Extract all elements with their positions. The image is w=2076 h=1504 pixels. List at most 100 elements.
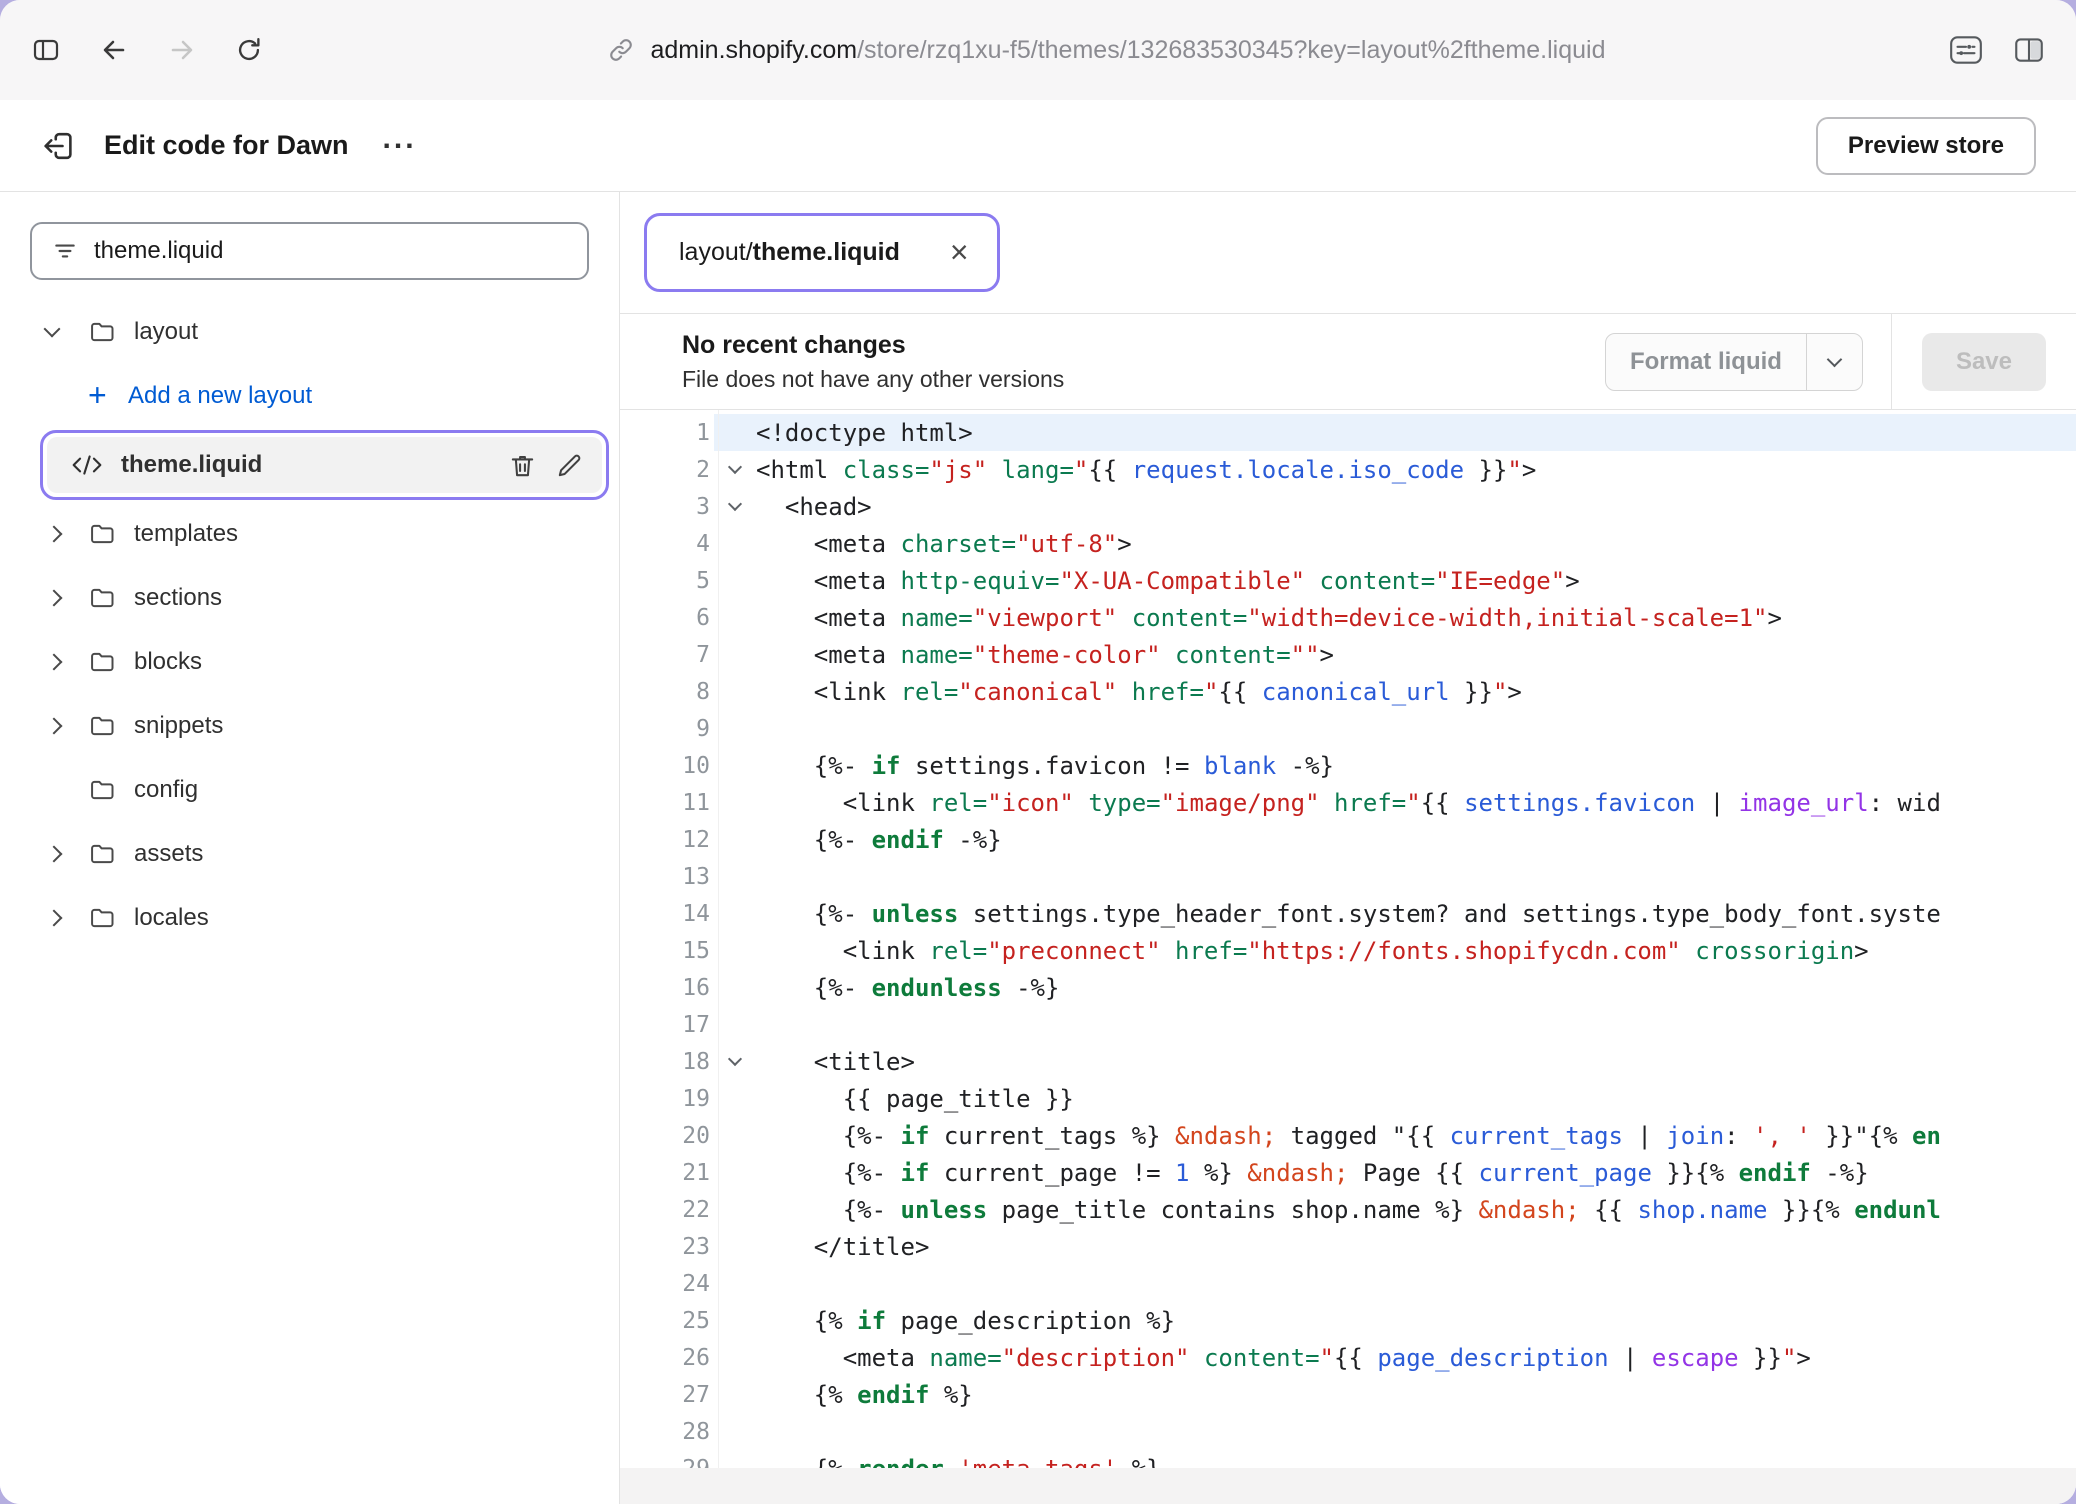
sidebar-toggle-icon[interactable]: [30, 34, 62, 66]
code-text: {%- unless settings.type_header_font.sys…: [756, 900, 1941, 928]
code-text: <title>: [756, 1048, 915, 1076]
code-line[interactable]: 1<!doctype html>: [620, 414, 2076, 451]
code-line[interactable]: 17: [620, 1006, 2076, 1043]
line-number: 9: [620, 716, 714, 742]
code-line[interactable]: 26 <meta name="description" content="{{ …: [620, 1339, 2076, 1376]
tab-theme-liquid[interactable]: layout/theme.liquid: [679, 238, 900, 267]
line-number: 28: [620, 1419, 714, 1445]
gutter-separator: [718, 410, 719, 1468]
annotation-highlight-sidebar: theme.liquid: [40, 430, 609, 500]
address-bar[interactable]: admin.shopify.com/store/rzq1xu-f5/themes…: [274, 36, 1938, 65]
code-line[interactable]: 24: [620, 1265, 2076, 1302]
link-icon: [607, 36, 635, 64]
delete-icon[interactable]: [508, 451, 537, 480]
code-line[interactable]: 18 <title>: [620, 1043, 2076, 1080]
sidebar-item-layout[interactable]: layout: [0, 300, 619, 364]
code-editor[interactable]: 1<!doctype html>2<html class="js" lang="…: [620, 410, 2076, 1468]
code-line[interactable]: 6 <meta name="viewport" content="width=d…: [620, 599, 2076, 636]
code-line[interactable]: 16 {%- endunless -%}: [620, 969, 2076, 1006]
save-section: Save: [1891, 314, 2076, 409]
sidebar-item-label: blocks: [134, 648, 202, 676]
back-icon[interactable]: [98, 34, 130, 66]
line-number: 14: [620, 901, 714, 927]
sidebar-item-assets[interactable]: assets: [0, 822, 619, 886]
chevron-right-icon[interactable]: [46, 590, 63, 607]
line-number: 4: [620, 531, 714, 557]
code-line[interactable]: 9: [620, 710, 2076, 747]
sidebar-item-sections[interactable]: sections: [0, 566, 619, 630]
fold-toggle-icon[interactable]: [714, 488, 756, 525]
line-number: 1: [620, 420, 714, 446]
extensions-icon[interactable]: [1948, 34, 1984, 66]
code-line[interactable]: 23 </title>: [620, 1228, 2076, 1265]
code-line[interactable]: 21 {%- if current_page != 1 %} &ndash; P…: [620, 1154, 2076, 1191]
code-line[interactable]: 11 <link rel="icon" type="image/png" hre…: [620, 784, 2076, 821]
sidebar-item-config[interactable]: config: [0, 758, 619, 822]
code-text: <html class="js" lang="{{ request.locale…: [756, 456, 1536, 484]
sidebar-item-label: assets: [134, 840, 203, 868]
code-line[interactable]: 2<html class="js" lang="{{ request.local…: [620, 451, 2076, 488]
sidebar-item-templates[interactable]: templates: [0, 502, 619, 566]
forward-icon[interactable]: [166, 34, 198, 66]
code-line[interactable]: 14 {%- unless settings.type_header_font.…: [620, 895, 2076, 932]
reload-icon[interactable]: [234, 35, 264, 65]
app-header: Edit code for Dawn ... Preview store: [0, 100, 2076, 192]
code-line[interactable]: 8 <link rel="canonical" href="{{ canonic…: [620, 673, 2076, 710]
code-line[interactable]: 29 {% render 'meta-tags' %}: [620, 1450, 2076, 1468]
sidebar-item-snippets[interactable]: snippets: [0, 694, 619, 758]
code-line[interactable]: 15 <link rel="preconnect" href="https://…: [620, 932, 2076, 969]
code-line[interactable]: 12 {%- endif -%}: [620, 821, 2076, 858]
browser-window: admin.shopify.com/store/rzq1xu-f5/themes…: [0, 0, 2076, 1504]
format-liquid-label: Format liquid: [1606, 334, 1806, 390]
format-liquid-button[interactable]: Format liquid: [1605, 333, 1863, 391]
browser-nav: [30, 34, 264, 66]
code-line[interactable]: 27 {% endif %}: [620, 1376, 2076, 1413]
code-line[interactable]: 10 {%- if settings.favicon != blank -%}: [620, 747, 2076, 784]
code-line[interactable]: 28: [620, 1413, 2076, 1450]
chevron-right-icon[interactable]: [46, 910, 63, 927]
split-view-icon[interactable]: [2012, 34, 2046, 66]
search-input[interactable]: [94, 237, 567, 265]
folder-icon: [88, 318, 134, 346]
fold-toggle-icon[interactable]: [714, 451, 756, 488]
code-line[interactable]: 20 {%- if current_tags %} &ndash; tagged…: [620, 1117, 2076, 1154]
format-dropdown-toggle[interactable]: [1806, 334, 1862, 390]
folder-icon: [88, 840, 134, 868]
edit-icon[interactable]: [555, 451, 584, 480]
fold-toggle-icon[interactable]: [714, 1043, 756, 1080]
sidebar-item-label: sections: [134, 584, 222, 612]
line-number: 18: [620, 1049, 714, 1075]
sidebar-item-locales[interactable]: locales: [0, 886, 619, 950]
preview-store-button[interactable]: Preview store: [1816, 117, 2036, 175]
code-line[interactable]: 25 {% if page_description %}: [620, 1302, 2076, 1339]
code-text: <meta name="viewport" content="width=dev…: [756, 604, 1782, 632]
code-line[interactable]: 13: [620, 858, 2076, 895]
code-line[interactable]: 3 <head>: [620, 488, 2076, 525]
sidebar-item-blocks[interactable]: blocks: [0, 630, 619, 694]
code-text: </title>: [756, 1233, 929, 1261]
code-line[interactable]: 5 <meta http-equiv="X-UA-Compatible" con…: [620, 562, 2076, 599]
more-options-button[interactable]: ...: [377, 131, 423, 160]
sidebar-item-theme-liquid[interactable]: theme.liquid: [47, 437, 602, 493]
line-number: 26: [620, 1345, 714, 1371]
shopify-admin-app: Edit code for Dawn ... Preview store: [0, 100, 2076, 1504]
code-line[interactable]: 19 {{ page_title }}: [620, 1080, 2076, 1117]
editor-toolbar: No recent changes File does not have any…: [620, 314, 2076, 410]
close-icon[interactable]: ×: [950, 240, 969, 266]
add-new-layout-button[interactable]: + Add a new layout: [0, 364, 619, 428]
chevron-right-icon[interactable]: [46, 718, 63, 735]
status-subtitle: File does not have any other versions: [682, 366, 1064, 393]
code-text: {%- endunless -%}: [756, 974, 1059, 1002]
code-line[interactable]: 4 <meta charset="utf-8">: [620, 525, 2076, 562]
exit-icon[interactable]: [40, 128, 76, 164]
code-line[interactable]: 7 <meta name="theme-color" content="">: [620, 636, 2076, 673]
chevron-right-icon[interactable]: [46, 526, 63, 543]
code-text: <meta name="description" content="{{ pag…: [756, 1344, 1811, 1372]
line-number: 23: [620, 1234, 714, 1260]
code-line[interactable]: 22 {%- unless page_title contains shop.n…: [620, 1191, 2076, 1228]
file-search-box[interactable]: [30, 222, 589, 280]
chevron-right-icon[interactable]: [46, 654, 63, 671]
save-button[interactable]: Save: [1922, 333, 2046, 391]
chevron-right-icon[interactable]: [46, 846, 63, 863]
chevron-down-icon[interactable]: [44, 321, 61, 338]
